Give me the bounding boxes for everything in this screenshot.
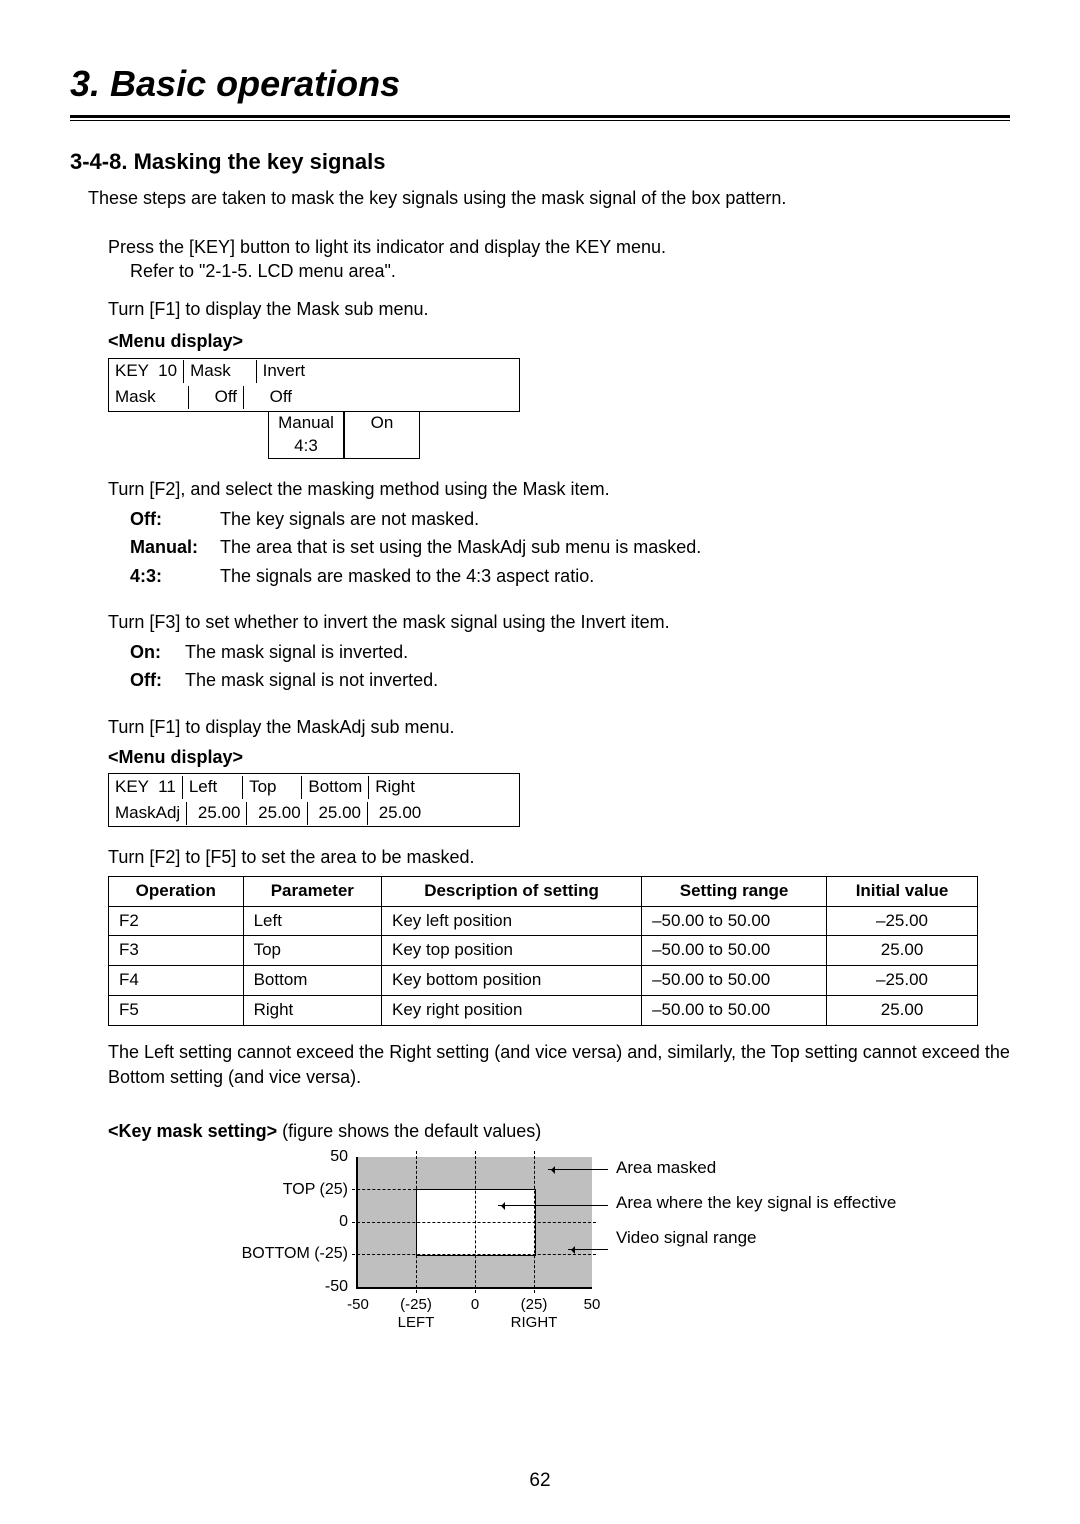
menu-display-1: KEY 10 Mask Invert Mask Off Off [108, 358, 520, 412]
menu-display-label-1: <Menu display> [108, 329, 1010, 353]
legend-range: Video signal range [616, 1227, 896, 1250]
m1r1c2: Mask [183, 360, 256, 383]
yl-top: TOP (25) [283, 1179, 348, 1201]
yl-n50: -50 [325, 1276, 348, 1298]
rule-thin [70, 120, 1010, 121]
s3-43-term: 4:3: [130, 564, 220, 588]
m2r2c4: 25.00 [307, 802, 367, 825]
s3-off-term: Off: [130, 507, 220, 531]
chapter-title: 3. Basic operations [70, 60, 1010, 109]
m1opt-on: On [345, 412, 419, 435]
step6-line: Turn [F2] to [F5] to set the area to be … [108, 845, 1010, 869]
table-row: F4BottomKey bottom position–50.00 to 50.… [109, 966, 978, 996]
th-param: Parameter [243, 876, 381, 906]
th-desc: Description of setting [382, 876, 642, 906]
yl-0: 0 [339, 1211, 348, 1233]
table-row: F2LeftKey left position–50.00 to 50.00–2… [109, 906, 978, 936]
m1r2c2: Off [188, 386, 243, 409]
table-row: F5RightKey right position–50.00 to 50.00… [109, 996, 978, 1026]
legend-masked: Area masked [616, 1157, 896, 1180]
m2r1c3: Top [242, 776, 301, 799]
s3-man-desc: The area that is set using the MaskAdj s… [220, 535, 1010, 559]
s4-off-desc: The mask signal is not inverted. [185, 668, 1010, 692]
m2r2c5: 25.00 [367, 802, 427, 825]
m2r1c5: Right [368, 776, 421, 799]
settings-table: Operation Parameter Description of setti… [108, 876, 978, 1027]
m1opt-43: 4:3 [269, 435, 343, 458]
s3-man-term: Manual: [130, 535, 220, 559]
m1r2c3: Off [243, 386, 298, 409]
step3-line: Turn [F2], and select the masking method… [108, 477, 1010, 501]
step2-line: Turn [F1] to display the Mask sub menu. [108, 297, 1010, 321]
m1opt-manual: Manual [269, 412, 343, 435]
mask-diagram: 50 TOP (25) 0 BOTTOM (-25) -50 -50 (-25)… [108, 1157, 978, 1357]
constraint-note: The Left setting cannot exceed the Right… [108, 1040, 1010, 1089]
rule-thick [70, 115, 1010, 118]
m2r2c1: MaskAdj [109, 802, 186, 825]
th-range: Setting range [642, 876, 827, 906]
intro-text: These steps are taken to mask the key si… [88, 186, 1010, 210]
s4-on-term: On: [130, 640, 185, 664]
figure-caption: <Key mask setting> (figure shows the def… [108, 1119, 1010, 1143]
m1r1c3: Invert [256, 360, 316, 383]
step4-line: Turn [F3] to set whether to invert the m… [108, 610, 1010, 634]
th-init: Initial value [827, 876, 978, 906]
xl-right: RIGHT [511, 1313, 558, 1333]
m2r1c4: Bottom [301, 776, 368, 799]
th-op: Operation [109, 876, 244, 906]
m1r2c1: Mask [109, 386, 188, 409]
yl-bot: BOTTOM (-25) [242, 1243, 348, 1265]
m1r1c1: KEY 10 [109, 360, 183, 383]
step1-line1: Press the [KEY] button to light its indi… [108, 235, 1010, 259]
s3-off-desc: The key signals are not masked. [220, 507, 1010, 531]
page-number: 62 [0, 1468, 1080, 1494]
m2r2c2: 25.00 [186, 802, 246, 825]
menu-display-2: KEY 11 Left Top Bottom Right MaskAdj 25.… [108, 773, 520, 827]
xl-4: 50 [584, 1295, 601, 1315]
s3-43-desc: The signals are masked to the 4:3 aspect… [220, 564, 1010, 588]
xl-0: -50 [347, 1295, 369, 1315]
s4-off-term: Off: [130, 668, 185, 692]
step1-line2: Refer to "2-1-5. LCD menu area". [130, 259, 1010, 283]
xl-2: 0 [471, 1295, 479, 1315]
m2r1c2: Left [182, 776, 242, 799]
menu-display-label-2: <Menu display> [108, 745, 1010, 769]
m2r2c3: 25.00 [246, 802, 306, 825]
legend-effective: Area where the key signal is effective [616, 1192, 896, 1215]
s4-on-desc: The mask signal is inverted. [185, 640, 1010, 664]
menu1-options: Manual 4:3 On [268, 412, 420, 459]
table-row: F3TopKey top position–50.00 to 50.0025.0… [109, 936, 978, 966]
section-title: 3-4-8. Masking the key signals [70, 147, 1010, 177]
m2r1c1: KEY 11 [109, 776, 182, 799]
step5-line: Turn [F1] to display the MaskAdj sub men… [108, 715, 1010, 739]
xl-left: LEFT [398, 1313, 435, 1333]
yl-50: 50 [330, 1146, 348, 1168]
